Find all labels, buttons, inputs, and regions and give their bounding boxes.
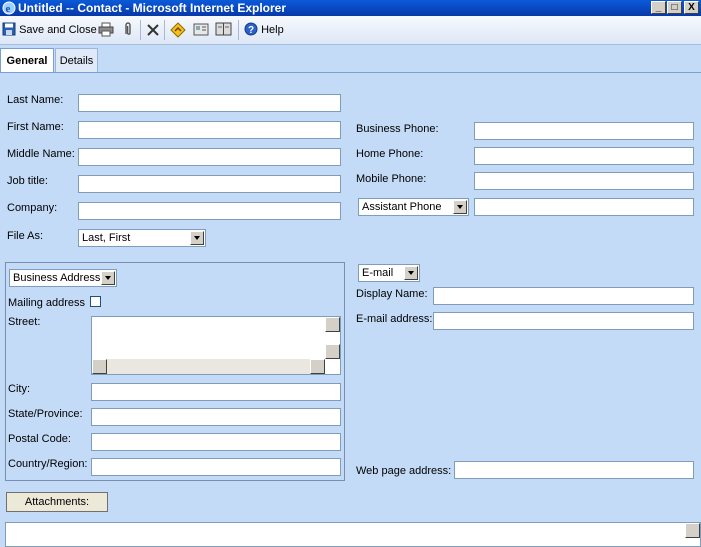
svg-text:?: ? [248, 25, 254, 36]
city-input[interactable] [91, 383, 341, 401]
display-name-input[interactable] [433, 287, 694, 305]
postal-code-input[interactable] [91, 433, 341, 451]
business-phone-input[interactable] [474, 122, 694, 140]
close-window-button[interactable]: X [684, 1, 699, 14]
mobile-phone-label: Mobile Phone: [356, 173, 427, 185]
save-icon [2, 22, 16, 36]
print-icon[interactable] [98, 22, 114, 37]
email-type-value: E-mail [362, 267, 394, 279]
chevron-down-icon[interactable] [190, 231, 204, 245]
scroll-right-icon[interactable] [310, 359, 325, 374]
web-page-input[interactable] [454, 461, 694, 479]
help-label: Help [261, 24, 284, 36]
help-button[interactable]: ? Help [244, 21, 284, 39]
chevron-down-icon[interactable] [404, 266, 418, 280]
tab-general[interactable]: General [0, 48, 54, 72]
middle-name-input[interactable] [78, 148, 341, 166]
job-title-label: Job title: [7, 175, 48, 187]
minimize-button[interactable]: _ [651, 1, 666, 14]
chevron-down-icon[interactable] [453, 200, 467, 214]
address-book-icon[interactable] [215, 22, 232, 37]
company-input[interactable] [78, 202, 341, 220]
phone-type-value: Assistant Phone [362, 201, 442, 213]
street-textarea[interactable] [91, 316, 341, 375]
email-address-input[interactable] [433, 312, 694, 330]
display-name-label: Display Name: [356, 288, 428, 300]
save-and-close-label: Save and Close [19, 24, 97, 36]
postal-code-label: Postal Code: [8, 433, 71, 445]
first-name-input[interactable] [78, 121, 341, 139]
file-as-label: File As: [7, 230, 44, 242]
file-as-select[interactable]: Last, First [78, 229, 206, 247]
tab-strip: General Details [0, 45, 701, 73]
toolbar-separator [140, 20, 141, 40]
scroll-left-icon[interactable] [92, 359, 107, 374]
email-address-label: E-mail address: [356, 313, 433, 325]
state-input[interactable] [91, 408, 341, 426]
help-icon: ? [244, 22, 258, 36]
first-name-label: First Name: [7, 121, 64, 133]
state-label: State/Province: [8, 408, 83, 420]
ie-logo-icon: e [2, 1, 16, 15]
address-card-icon[interactable] [193, 22, 209, 38]
toolbar-separator [238, 20, 239, 40]
country-label: Country/Region: [8, 458, 88, 470]
home-phone-label: Home Phone: [356, 148, 424, 160]
email-type-select[interactable]: E-mail [358, 264, 420, 282]
scroll-up-icon[interactable] [325, 317, 340, 332]
country-input[interactable] [91, 458, 341, 476]
city-label: City: [8, 383, 30, 395]
toolbar: Save and Close ? Help [0, 16, 701, 45]
web-page-label: Web page address: [356, 465, 452, 477]
scroll-down-icon[interactable] [325, 344, 340, 359]
street-label: Street: [8, 316, 41, 328]
svg-text:e: e [6, 3, 11, 15]
mailing-address-checkbox[interactable] [90, 296, 101, 307]
notes-textarea[interactable] [5, 522, 701, 547]
address-type-value: Business Address [13, 272, 101, 284]
delete-icon[interactable] [146, 23, 160, 37]
job-title-input[interactable] [78, 175, 341, 193]
horizontal-scrollbar[interactable] [92, 359, 325, 374]
mailing-address-label: Mailing address [8, 297, 86, 309]
file-as-value: Last, First [82, 232, 131, 244]
last-name-label: Last Name: [7, 94, 64, 106]
follow-up-icon[interactable] [170, 22, 186, 38]
home-phone-input[interactable] [474, 147, 694, 165]
toolbar-separator [164, 20, 165, 40]
window-title: Untitled -- Contact - Microsoft Internet… [18, 1, 287, 15]
attach-icon[interactable] [122, 22, 134, 37]
last-name-input[interactable] [78, 94, 341, 112]
business-phone-label: Business Phone: [356, 123, 439, 135]
middle-name-label: Middle Name: [7, 148, 75, 160]
maximize-button[interactable]: □ [667, 1, 682, 14]
save-and-close-button[interactable]: Save and Close [2, 21, 97, 39]
company-label: Company: [7, 202, 58, 214]
phone-type-select[interactable]: Assistant Phone [358, 198, 469, 216]
assistant-phone-input[interactable] [474, 198, 694, 216]
scroll-up-icon[interactable] [685, 523, 700, 538]
address-type-select[interactable]: Business Address [9, 269, 117, 287]
tab-details[interactable]: Details [55, 48, 98, 72]
attachments-button[interactable]: Attachments: [6, 492, 108, 512]
title-bar: e Untitled -- Contact - Microsoft Intern… [0, 0, 701, 16]
mobile-phone-input[interactable] [474, 172, 694, 190]
chevron-down-icon[interactable] [101, 271, 115, 285]
